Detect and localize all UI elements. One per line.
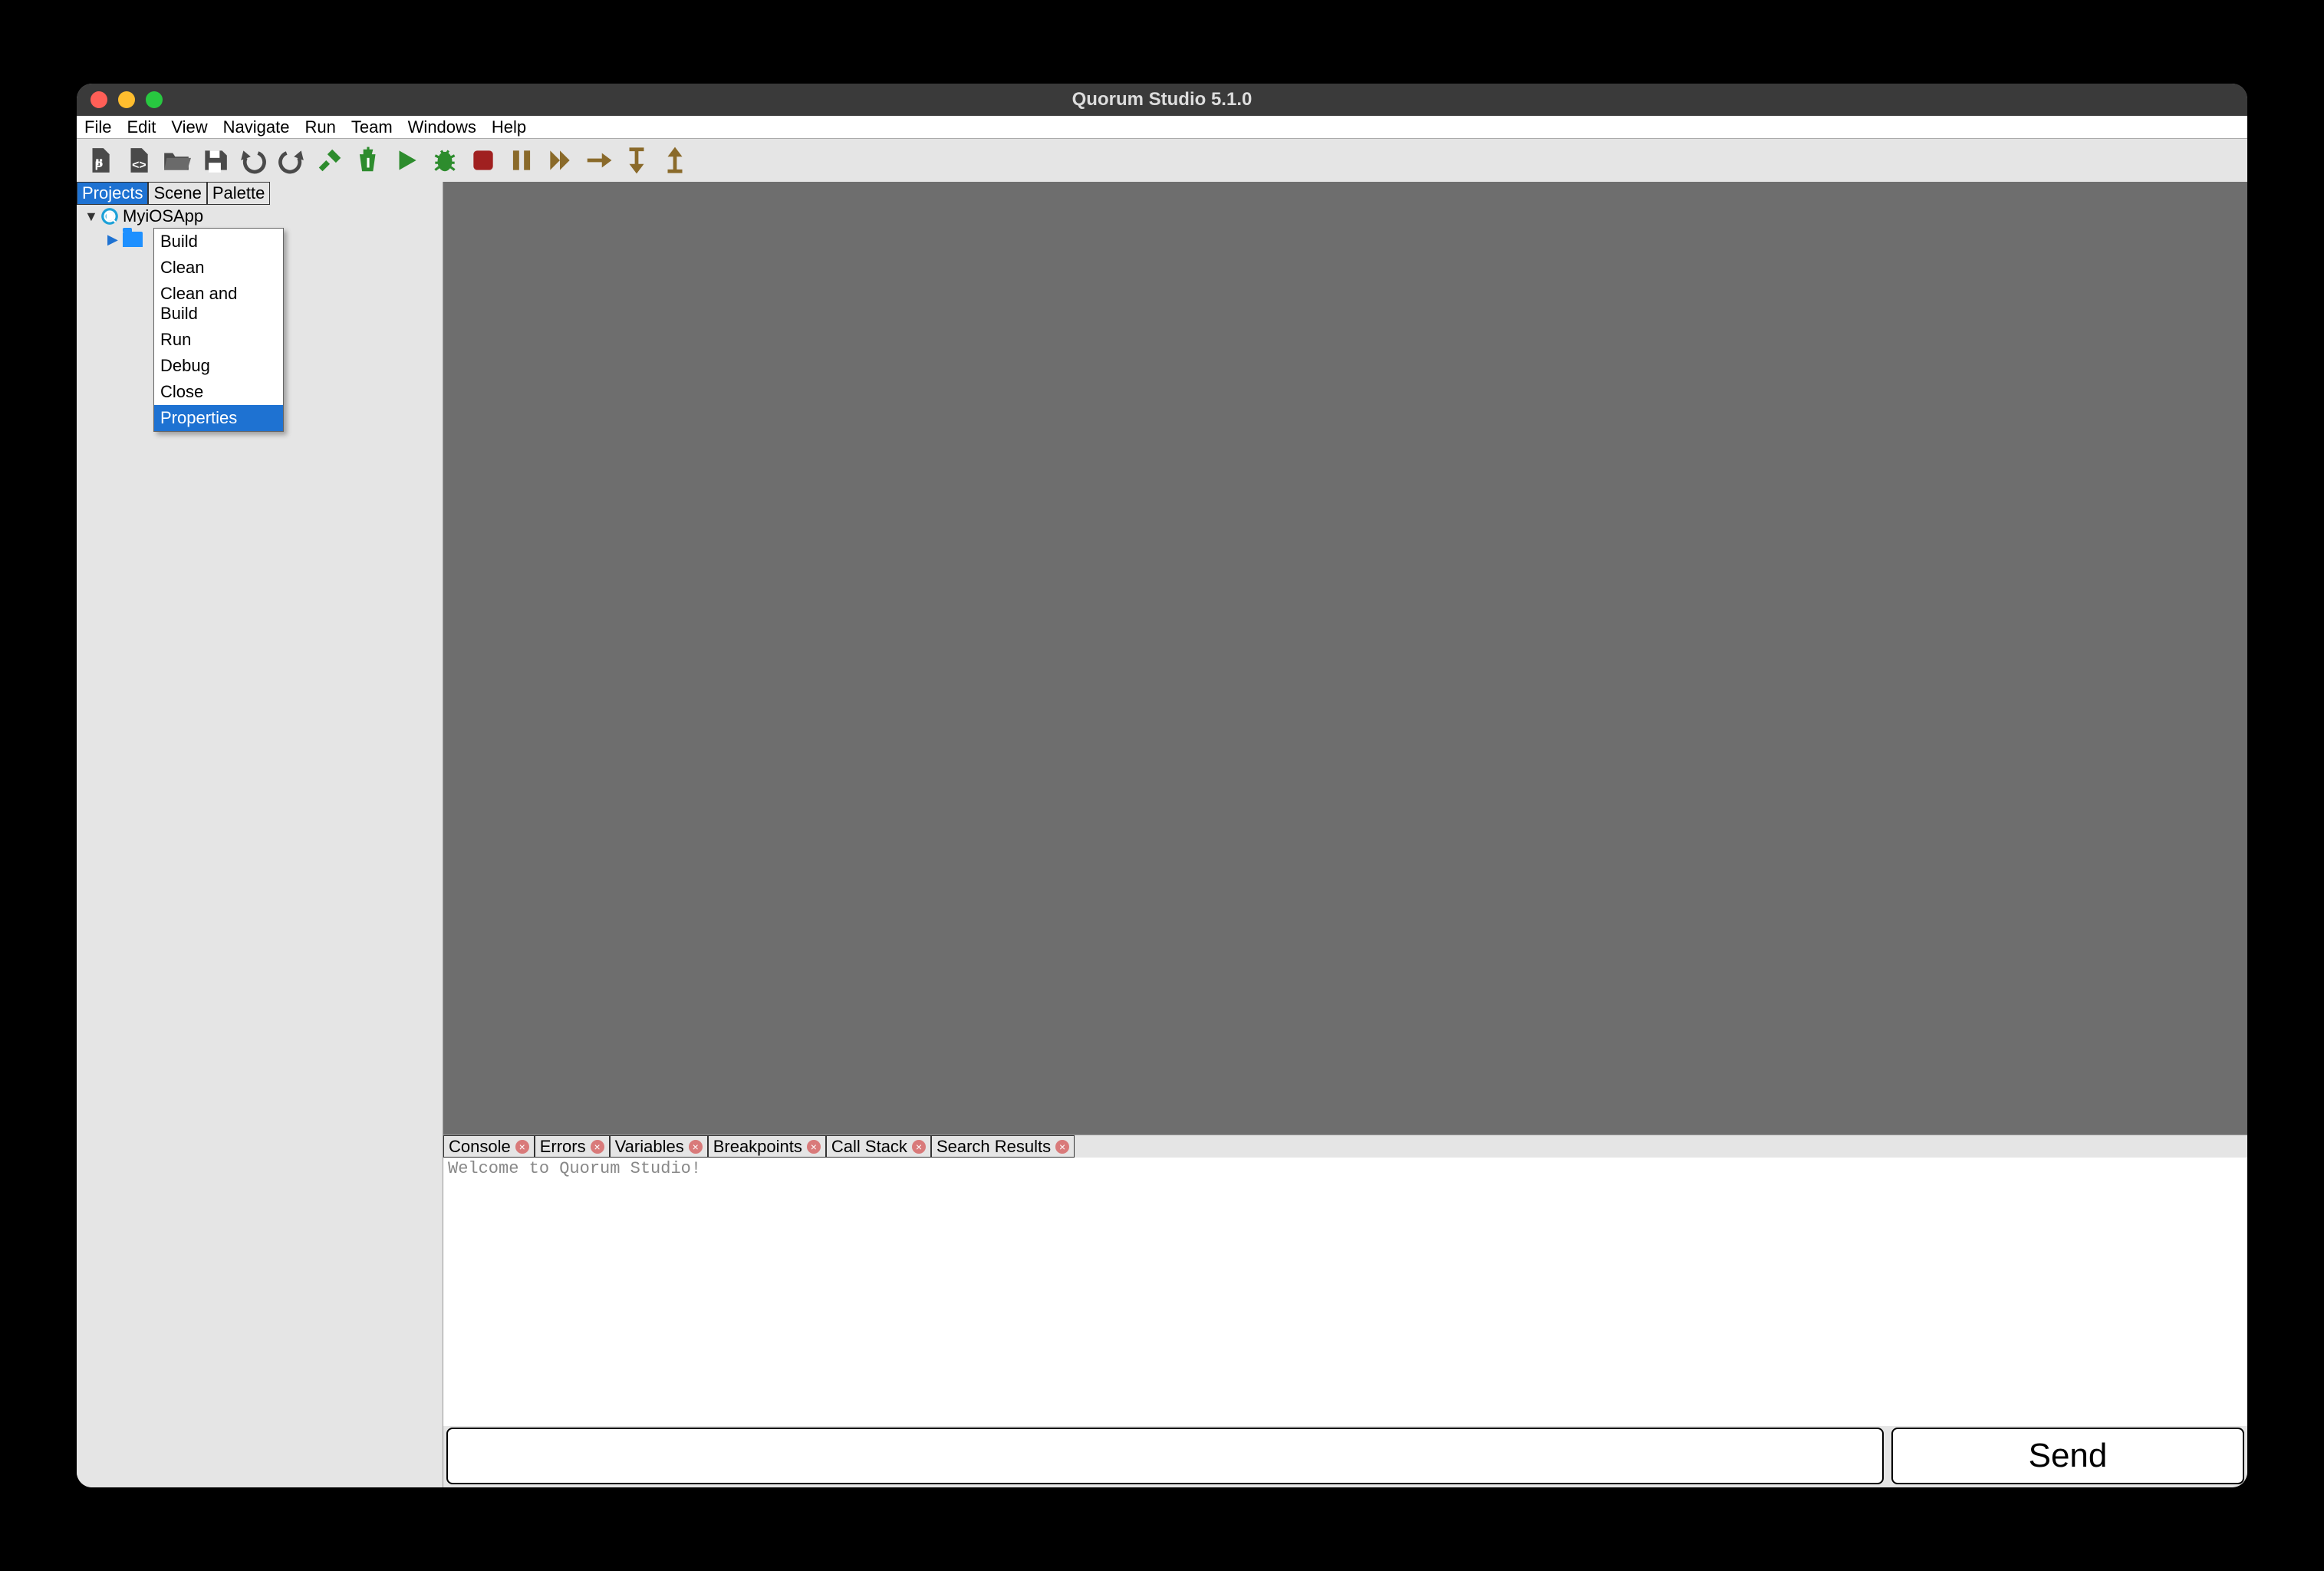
context-menu: Build Clean Clean and Build Run Debug Cl…: [153, 228, 284, 432]
clean-build-icon[interactable]: [351, 143, 385, 177]
close-icon[interactable]: ×: [807, 1140, 821, 1154]
tab-scene[interactable]: Scene: [148, 182, 206, 205]
pause-icon[interactable]: [505, 143, 538, 177]
tab-callstack-label: Call Stack: [831, 1137, 907, 1157]
close-icon[interactable]: ×: [591, 1140, 604, 1154]
bottom-tabs: Console × Errors × Variables × Breakpoints ×…: [443, 1135, 2247, 1158]
build-icon[interactable]: [313, 143, 347, 177]
menu-windows[interactable]: Windows: [405, 117, 479, 137]
tab-searchresults[interactable]: Search Results ×: [931, 1135, 1075, 1158]
menu-bar: File Edit View Navigate Run Team Windows…: [77, 116, 2247, 139]
close-icon[interactable]: ×: [515, 1140, 529, 1154]
close-icon[interactable]: ×: [689, 1140, 703, 1154]
run-icon[interactable]: [390, 143, 423, 177]
toolbar: P <>: [77, 139, 2247, 182]
tab-variables[interactable]: Variables ×: [610, 1135, 708, 1158]
quorum-project-icon: [100, 206, 120, 226]
send-button[interactable]: Send: [1891, 1428, 2244, 1484]
tree-root-label: MyiOSApp: [123, 206, 203, 226]
step-out-icon[interactable]: [658, 143, 692, 177]
main-area: Projects Scene Palette ▼ MyiOSApp ▶: [77, 182, 2247, 1487]
tab-projects[interactable]: Projects: [77, 182, 148, 205]
window-title: Quorum Studio 5.1.0: [77, 89, 2247, 110]
console-output[interactable]: Welcome to Quorum Studio!: [443, 1158, 2247, 1426]
tab-errors[interactable]: Errors ×: [535, 1135, 610, 1158]
folder-icon: [123, 232, 143, 247]
close-icon[interactable]: ×: [912, 1140, 926, 1154]
tab-palette[interactable]: Palette: [207, 182, 271, 205]
cm-build[interactable]: Build: [154, 229, 283, 255]
titlebar: Quorum Studio 5.1.0: [77, 84, 2247, 116]
tab-console[interactable]: Console ×: [443, 1135, 535, 1158]
tree-root-row[interactable]: ▼ MyiOSApp: [77, 205, 443, 228]
menu-help[interactable]: Help: [489, 117, 529, 137]
cm-properties[interactable]: Properties: [154, 405, 283, 431]
cm-run[interactable]: Run: [154, 327, 283, 353]
menu-file[interactable]: File: [81, 117, 114, 137]
editor-area[interactable]: [443, 182, 2247, 1135]
expand-arrow-icon[interactable]: ▶: [107, 232, 120, 248]
svg-text:P: P: [95, 160, 104, 173]
tab-breakpoints[interactable]: Breakpoints ×: [708, 1135, 826, 1158]
menu-run[interactable]: Run: [302, 117, 339, 137]
tab-breakpoints-label: Breakpoints: [713, 1137, 802, 1157]
undo-icon[interactable]: [236, 143, 270, 177]
new-file-icon[interactable]: <>: [121, 143, 155, 177]
input-row: Send: [443, 1426, 2247, 1487]
left-tabs: Projects Scene Palette: [77, 182, 443, 205]
tab-searchresults-label: Search Results: [937, 1137, 1051, 1157]
step-over-icon[interactable]: [581, 143, 615, 177]
tab-callstack[interactable]: Call Stack ×: [826, 1135, 931, 1158]
menu-edit[interactable]: Edit: [123, 117, 159, 137]
tab-variables-label: Variables: [615, 1137, 684, 1157]
continue-icon[interactable]: [543, 143, 577, 177]
step-into-icon[interactable]: [620, 143, 653, 177]
menu-view[interactable]: View: [168, 117, 210, 137]
project-tree[interactable]: ▼ MyiOSApp ▶ Build Clean Clean and Build…: [77, 205, 443, 1487]
cm-clean-build[interactable]: Clean and Build: [154, 281, 283, 327]
left-panel: Projects Scene Palette ▼ MyiOSApp ▶: [77, 182, 443, 1487]
new-project-icon[interactable]: P: [83, 143, 117, 177]
cm-close[interactable]: Close: [154, 379, 283, 405]
svg-text:<>: <>: [132, 159, 146, 172]
save-icon[interactable]: [198, 143, 232, 177]
cm-clean[interactable]: Clean: [154, 255, 283, 281]
debug-icon[interactable]: [428, 143, 462, 177]
console-input[interactable]: [446, 1428, 1884, 1484]
app-window: Quorum Studio 5.1.0 File Edit View Navig…: [77, 84, 2247, 1487]
right-panel: Console × Errors × Variables × Breakpoints ×…: [443, 182, 2247, 1487]
expand-arrow-icon[interactable]: ▼: [84, 209, 97, 225]
menu-navigate[interactable]: Navigate: [220, 117, 293, 137]
tab-errors-label: Errors: [540, 1137, 586, 1157]
tab-console-label: Console: [449, 1137, 511, 1157]
stop-icon[interactable]: [466, 143, 500, 177]
redo-icon[interactable]: [275, 143, 308, 177]
cm-debug[interactable]: Debug: [154, 353, 283, 379]
open-icon[interactable]: [160, 143, 193, 177]
close-icon[interactable]: ×: [1055, 1140, 1069, 1154]
menu-team[interactable]: Team: [348, 117, 396, 137]
